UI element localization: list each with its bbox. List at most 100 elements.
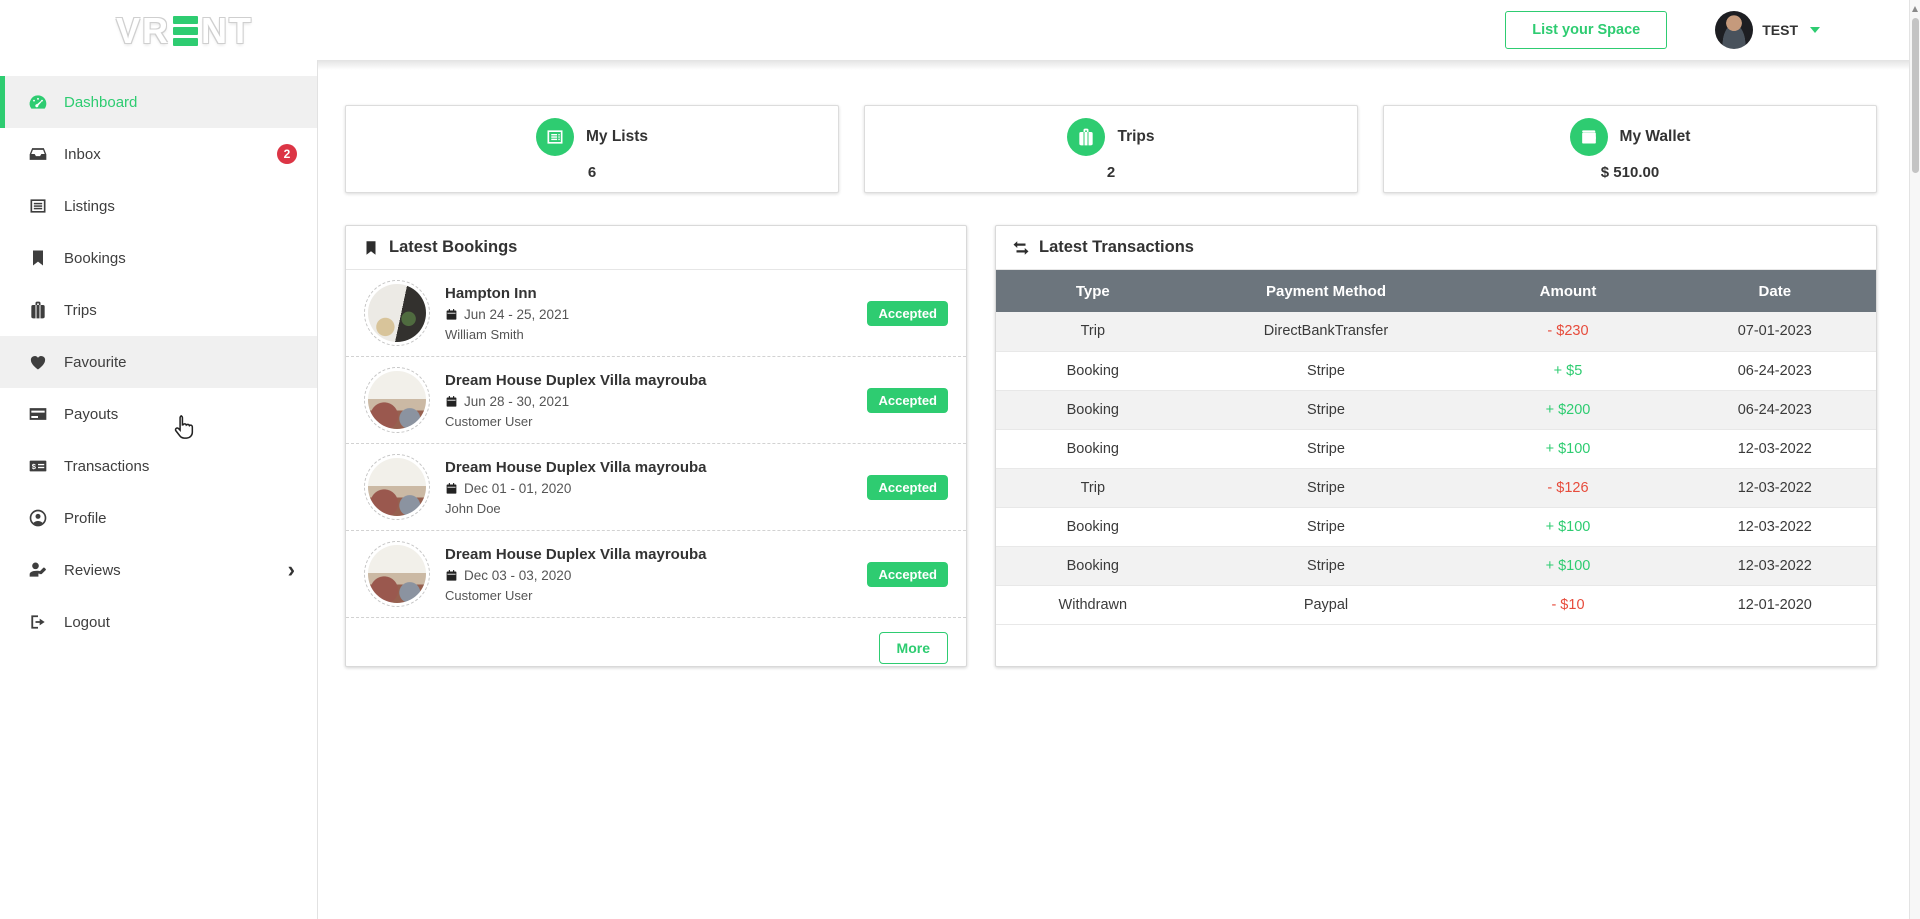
brand-logo[interactable]: VR NT: [116, 10, 253, 52]
scrollbar-up-arrow-icon[interactable]: [1910, 3, 1920, 15]
tx-amount: + $200: [1462, 390, 1674, 430]
credit-card-icon: [27, 404, 49, 424]
sidebar-item-profile[interactable]: Profile: [0, 492, 317, 544]
tx-date: 12-03-2022: [1673, 429, 1876, 469]
sidebar-item-favourite[interactable]: Favourite: [0, 336, 317, 388]
booking-list-item[interactable]: Dream House Duplex Villa mayrouba Jun 28…: [346, 357, 966, 444]
dashboard-icon: [27, 92, 49, 112]
booking-guest: Customer User: [445, 587, 533, 603]
sidebar-item-bookings[interactable]: Bookings: [0, 232, 317, 284]
booking-guest: Customer User: [445, 413, 533, 429]
booking-dates: Jun 28 - 30, 2021: [464, 393, 570, 409]
sidebar-item-inbox[interactable]: Inbox 2: [0, 128, 317, 180]
latest-bookings-panel: Latest Bookings Hampton Inn Jun 24 - 25,…: [345, 225, 967, 667]
booking-title: Dream House Duplex Villa mayrouba: [445, 458, 707, 476]
stat-label: My Lists: [585, 127, 648, 145]
booking-title: Dream House Duplex Villa mayrouba: [445, 371, 707, 389]
stat-card-my-lists[interactable]: My Lists 6: [345, 105, 839, 193]
tx-method: Stripe: [1189, 507, 1463, 547]
booking-photo: [364, 280, 430, 346]
sidebar-item-reviews[interactable]: Reviews ›: [0, 544, 317, 596]
listings-icon: [27, 196, 49, 216]
sidebar-item-trips[interactable]: Trips: [0, 284, 317, 336]
stat-value: $ 510.00: [1600, 163, 1660, 181]
latest-transactions-header: Latest Transactions: [996, 226, 1876, 270]
tx-method: DirectBankTransfer: [1189, 312, 1463, 352]
logout-icon: [27, 612, 49, 632]
stat-label: Trips: [1117, 127, 1155, 145]
sidebar-item-dashboard[interactable]: Dashboard: [0, 76, 317, 128]
table-row: Booking Stripe + $100 12-03-2022: [996, 507, 1876, 547]
user-edit-icon: [27, 560, 49, 580]
status-badge: Accepted: [867, 300, 948, 326]
list-icon: [535, 117, 574, 156]
tx-type: Booking: [996, 507, 1190, 547]
booking-list-item[interactable]: Dream House Duplex Villa mayrouba Dec 01…: [346, 444, 966, 531]
sidebar-item-listings[interactable]: Listings: [0, 180, 317, 232]
calendar-icon: [446, 482, 457, 494]
user-circle-icon: [27, 508, 49, 528]
status-badge: Accepted: [867, 561, 948, 587]
tx-method: Stripe: [1189, 429, 1463, 469]
sidebar-item-label: Reviews: [64, 561, 121, 579]
stat-card-trips[interactable]: Trips 2: [864, 105, 1358, 193]
user-name: TEST: [1762, 22, 1798, 38]
exchange-icon: [1013, 240, 1029, 255]
booking-list-item[interactable]: Hampton Inn Jun 24 - 25, 2021 William Sm…: [346, 270, 966, 357]
bookmark-icon: [366, 240, 376, 255]
sidebar-item-label: Trips: [64, 301, 97, 319]
table-row: Trip DirectBankTransfer - $230 07-01-202…: [996, 312, 1876, 352]
booking-list-item[interactable]: Dream House Duplex Villa mayrouba Dec 03…: [346, 531, 966, 618]
calendar-icon: [446, 395, 457, 407]
table-header-row: Type Payment Method Amount Date: [996, 270, 1876, 312]
top-header: VR NT List your Space TEST: [0, 0, 1920, 60]
table-row: Booking Stripe + $100 12-03-2022: [996, 429, 1876, 469]
status-badge: Accepted: [867, 387, 948, 413]
sidebar-item-label: Listings: [64, 197, 115, 215]
column-header-date: Date: [1673, 270, 1876, 312]
heart-icon: [27, 352, 49, 372]
sidebar-item-label: Bookings: [64, 249, 126, 267]
booking-photo: [364, 367, 430, 433]
main-content: My Lists 6 Trips 2 My Wallet $ 510.00 La…: [0, 60, 1920, 919]
tx-type: Withdrawn: [996, 585, 1190, 625]
tx-method: Stripe: [1189, 468, 1463, 508]
booking-guest: William Smith: [445, 326, 524, 342]
inbox-unread-badge: 2: [277, 144, 297, 164]
money-check-icon: $: [27, 456, 49, 476]
tx-date: 12-03-2022: [1673, 468, 1876, 508]
column-header-amount: Amount: [1462, 270, 1674, 312]
scrollbar-thumb[interactable]: [1911, 18, 1919, 173]
stat-value: 6: [587, 163, 597, 181]
latest-transactions-panel: Latest Transactions Type Payment Method …: [995, 225, 1877, 667]
sidebar-item-logout[interactable]: Logout: [0, 596, 317, 648]
booking-dates: Jun 24 - 25, 2021: [464, 306, 570, 322]
list-your-space-button[interactable]: List your Space: [1505, 11, 1668, 49]
logo-e-bars-icon: [173, 16, 199, 46]
page-scrollbar[interactable]: [1909, 0, 1920, 919]
vrent-dashboard-app: VR NT List your Space TEST Dashboard Inb…: [0, 0, 1920, 919]
more-button[interactable]: More: [878, 632, 948, 664]
tx-amount: - $230: [1462, 312, 1674, 352]
user-menu[interactable]: TEST: [1715, 11, 1820, 49]
sidebar-item-transactions[interactable]: $ Transactions: [0, 440, 317, 492]
tx-date: 12-03-2022: [1673, 546, 1876, 586]
stat-value: 2: [1106, 163, 1116, 181]
chevron-right-icon: ›: [287, 557, 295, 582]
user-avatar: [1715, 11, 1754, 49]
table-row: Booking Stripe + $100 12-03-2022: [996, 546, 1876, 586]
table-row: Booking Stripe + $200 06-24-2023: [996, 390, 1876, 430]
suitcase-icon: [27, 300, 49, 320]
sidebar-item-label: Logout: [64, 613, 110, 631]
panel-title: Latest Bookings: [389, 238, 518, 256]
sidebar-item-payouts[interactable]: Payouts: [0, 388, 317, 440]
tx-type: Booking: [996, 390, 1190, 430]
tx-method: Stripe: [1189, 390, 1463, 430]
tx-date: 06-24-2023: [1673, 390, 1876, 430]
tx-amount: + $5: [1462, 351, 1674, 391]
stat-card-my-wallet[interactable]: My Wallet $ 510.00: [1383, 105, 1877, 193]
tx-type: Booking: [996, 351, 1190, 391]
sidebar-item-label: Profile: [64, 509, 107, 527]
table-row: Trip Stripe - $126 12-03-2022: [996, 468, 1876, 508]
tx-type: Trip: [996, 468, 1190, 508]
